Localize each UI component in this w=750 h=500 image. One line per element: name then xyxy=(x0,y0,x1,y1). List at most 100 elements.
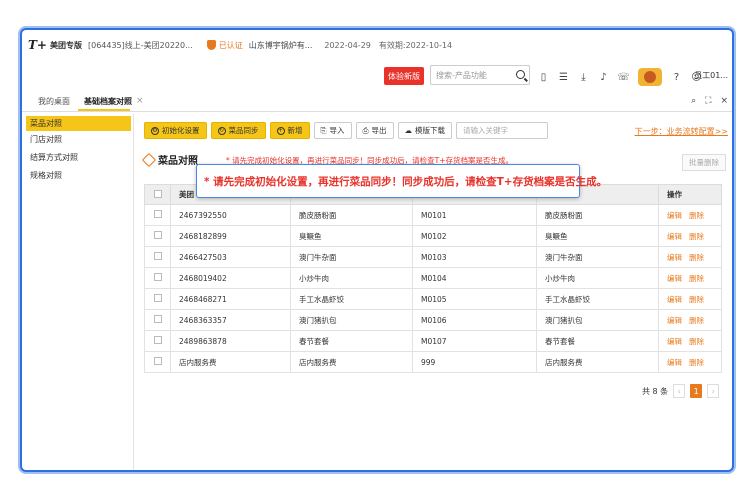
table-cell: 春节套餐 xyxy=(290,330,413,352)
table-cell: 澳门牛杂面 xyxy=(536,246,659,268)
logo-brand: T+ xyxy=(28,38,47,52)
login-date: 2022-04-29 xyxy=(324,40,371,50)
edit-link[interactable]: 编辑 xyxy=(667,274,682,283)
table-cell: 小炒牛肉 xyxy=(536,267,659,289)
table-cell: 2489863878 xyxy=(170,330,291,352)
select-all-checkbox[interactable] xyxy=(154,189,162,198)
row-checkbox[interactable] xyxy=(154,210,162,218)
table-cell: 脆皮肠粉面 xyxy=(536,204,659,226)
table-row: 2468468271 手工水晶虾饺 M0105 手工水晶虾饺 编辑 删除 xyxy=(144,288,722,310)
delete-link[interactable]: 删除 xyxy=(689,211,704,220)
help-icon[interactable]: ? xyxy=(671,71,682,84)
init-settings-button[interactable]: ⚙ 初始化设置 xyxy=(144,122,207,139)
sidebar-item-dish-mapping[interactable]: 菜品对照 xyxy=(26,116,131,131)
export-button[interactable]: ⎙ 导出 xyxy=(355,122,394,139)
row-checkbox[interactable] xyxy=(154,273,162,281)
current-page[interactable]: 1 xyxy=(690,384,703,398)
search-icon[interactable]: ⌕ xyxy=(691,96,696,106)
bell-icon[interactable]: ♪ xyxy=(598,71,609,84)
table-cell: 999 xyxy=(412,351,537,373)
close-all-icon[interactable]: × xyxy=(720,96,728,106)
select-all-cell xyxy=(144,184,171,205)
template-download-button[interactable]: ☁ 模版下载 xyxy=(397,122,452,139)
row-checkbox[interactable] xyxy=(154,252,162,260)
delete-link[interactable]: 删除 xyxy=(689,358,704,367)
edit-link[interactable]: 编辑 xyxy=(667,295,682,304)
row-select-cell xyxy=(144,204,171,226)
add-label: 新增 xyxy=(287,126,303,135)
delete-link[interactable]: 删除 xyxy=(689,232,704,241)
user-name[interactable]: 员工01... xyxy=(694,70,728,81)
row-checkbox[interactable] xyxy=(154,294,162,302)
phone-icon[interactable]: ☏ xyxy=(617,71,630,84)
row-checkbox[interactable] xyxy=(154,336,162,344)
mobile-icon[interactable]: ▯ xyxy=(538,71,549,84)
edit-link[interactable]: 编辑 xyxy=(667,232,682,241)
plus-icon: + xyxy=(276,126,285,135)
sidebar-item-spec-mapping[interactable]: 规格对照 xyxy=(22,167,133,185)
row-checkbox[interactable] xyxy=(154,357,162,365)
fullscreen-icon[interactable]: ⛶ xyxy=(705,96,711,106)
table-cell: 2467392550 xyxy=(170,204,291,226)
keyword-search-input[interactable]: 请输入关键字 xyxy=(456,122,548,139)
import-button[interactable]: ⎘ 导入 xyxy=(313,122,352,139)
delete-link[interactable]: 删除 xyxy=(689,253,704,262)
edit-link[interactable]: 编辑 xyxy=(667,211,682,220)
delete-link[interactable]: 删除 xyxy=(689,316,704,325)
sidebar-item-settlement-mapping[interactable]: 结算方式对照 xyxy=(22,149,133,167)
account-name[interactable]: [064435]线上-美团20220... xyxy=(88,40,193,51)
prev-page-button[interactable]: ‹ xyxy=(673,384,686,398)
edit-link[interactable]: 编辑 xyxy=(667,358,682,367)
next-page-button[interactable]: › xyxy=(707,384,720,398)
certified-label: 已认证 xyxy=(218,40,243,50)
task-list-icon[interactable]: ☰ xyxy=(558,71,569,84)
edit-link[interactable]: 编辑 xyxy=(667,316,682,325)
tab-basic-archive-mapping[interactable]: 基础档案对照 xyxy=(84,96,132,107)
certified-badge: 已认证 xyxy=(206,40,243,51)
main-toolbar: 体验新版 搜索-产品功能 ▯ ☰ ⤓ ♪ ☏ ? ☺ 员工01... xyxy=(22,60,732,90)
next-step-link[interactable]: 下一步：业务流转配置>> xyxy=(635,126,728,137)
col-actions: 操作 xyxy=(658,184,722,205)
row-checkbox[interactable] xyxy=(154,231,162,239)
product-search-input[interactable]: 搜索-产品功能 xyxy=(430,65,530,85)
table-cell: M0101 xyxy=(412,204,537,226)
table-row: 2467392550 脆皮肠粉面 M0101 脆皮肠粉面 编辑 删除 xyxy=(144,204,722,226)
import-label: 导入 xyxy=(329,126,345,135)
export-icon: ⎙ xyxy=(362,125,369,135)
valid-until: 有效期:2022-10-14 xyxy=(378,40,453,50)
edit-link[interactable]: 编辑 xyxy=(667,337,682,346)
pagination: 共 8 条 ‹ 1 › xyxy=(642,384,720,398)
table-cell: M0106 xyxy=(412,309,537,331)
tab-bar: 我的桌面 基础档案对照 × ⌕ ⛶ × xyxy=(22,94,732,112)
table-cell: 脆皮肠粉面 xyxy=(290,204,413,226)
add-button[interactable]: + 新增 xyxy=(269,122,310,139)
download-icon[interactable]: ⤓ xyxy=(578,71,589,84)
top-bar: T+ 美团专版 [064435]线上-美团20220... 已认证 山东博宇锅炉… xyxy=(22,30,732,60)
table-cell: 2466427503 xyxy=(170,246,291,268)
table-cell: M0105 xyxy=(412,288,537,310)
table-row: 2468363357 澳门猪扒包 M0106 澳门猪扒包 编辑 删除 xyxy=(144,309,722,331)
delete-link[interactable]: 删除 xyxy=(689,337,704,346)
search-icon[interactable] xyxy=(516,70,525,79)
table-cell: 店内服务费 xyxy=(290,351,413,373)
mascot-avatar[interactable] xyxy=(638,68,662,86)
table-cell: M0102 xyxy=(412,225,537,247)
tab-my-desktop[interactable]: 我的桌面 xyxy=(38,96,70,107)
close-icon[interactable]: × xyxy=(136,96,144,106)
row-select-cell xyxy=(144,330,171,352)
dish-sync-button[interactable]: ↻ 菜品同步 xyxy=(210,122,266,139)
edit-link[interactable]: 编辑 xyxy=(667,253,682,262)
row-checkbox[interactable] xyxy=(154,315,162,323)
trial-new-version-button[interactable]: 体验新版 xyxy=(384,67,424,85)
sidebar-item-store-mapping[interactable]: 门店对照 xyxy=(22,131,133,149)
warning-tooltip: * 请先完成初始化设置，再进行菜品同步！同步成功后，请检查T+存货档案是否生成。 xyxy=(196,164,607,198)
table-cell: M0104 xyxy=(412,267,537,289)
row-actions: 编辑 删除 xyxy=(658,309,722,331)
batch-delete-button[interactable]: 批量删除 xyxy=(682,154,726,171)
company-name: 山东博宇锅炉有... xyxy=(248,40,313,50)
table-cell: 澳门猪扒包 xyxy=(536,309,659,331)
table-cell: 2468019402 xyxy=(170,267,291,289)
delete-link[interactable]: 删除 xyxy=(689,274,704,283)
table-cell: 店内服务费 xyxy=(170,351,291,373)
delete-link[interactable]: 删除 xyxy=(689,295,704,304)
